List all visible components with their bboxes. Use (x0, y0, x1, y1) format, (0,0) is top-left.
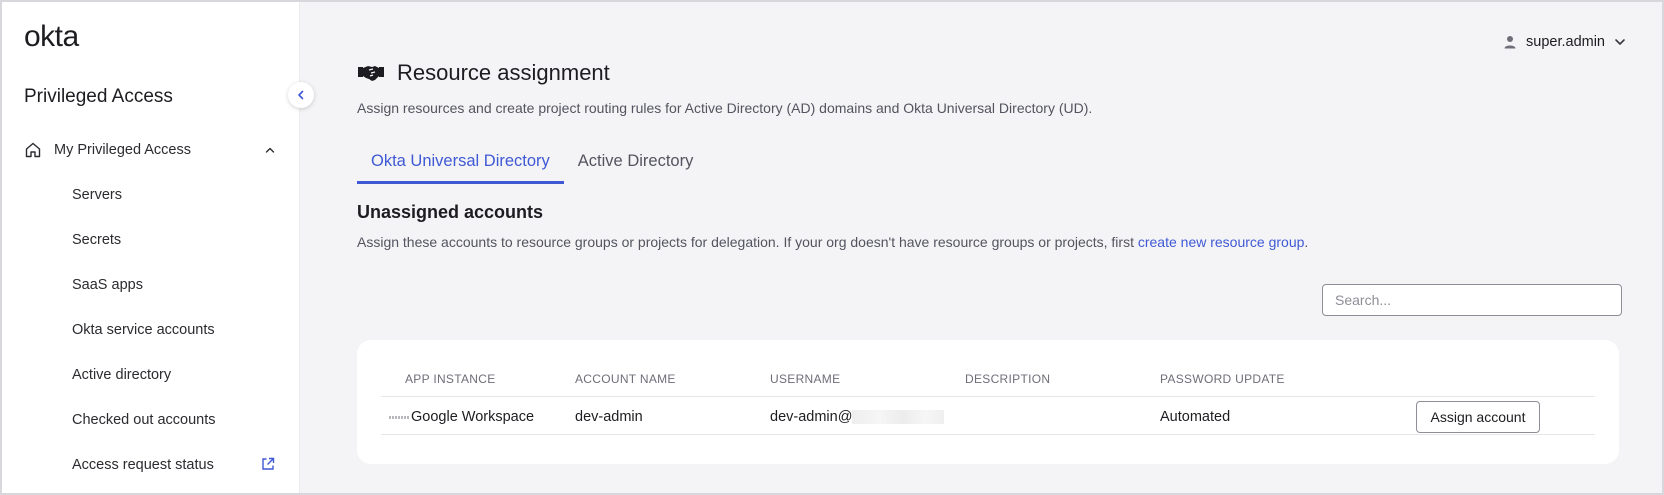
tab-active-directory[interactable]: Active Directory (564, 142, 708, 184)
column-header-username[interactable]: USERNAME (770, 372, 840, 386)
sidebar-item-access-request-status[interactable]: Access request status (72, 457, 214, 473)
sidebar-item-secrets[interactable]: Secrets (72, 232, 121, 248)
sidebar-item-checked-out-accounts[interactable]: Checked out accounts (72, 412, 215, 428)
section-description-text: Assign these accounts to resource groups… (357, 234, 1138, 250)
table-divider (381, 434, 1595, 435)
okta-logo[interactable]: okta (24, 20, 79, 54)
user-icon (1504, 36, 1516, 49)
assign-account-button[interactable]: Assign account (1416, 401, 1540, 433)
cell-username-text: dev-admin@ (770, 409, 853, 425)
page-title: Resource assignment (397, 60, 610, 85)
collapse-sidebar-button[interactable] (288, 82, 314, 108)
sidebar-item-active-directory[interactable]: Active directory (72, 367, 171, 383)
create-resource-group-link[interactable]: create new resource group (1138, 234, 1305, 250)
cell-password-update: Automated (1160, 409, 1231, 425)
chevron-up-icon (265, 147, 275, 153)
nav-group-label: My Privileged Access (54, 142, 191, 158)
cell-account-name: dev-admin (575, 409, 643, 425)
cell-app-instance: Google Workspace (411, 409, 535, 425)
chevron-left-icon (298, 90, 304, 100)
google-workspace-logo-icon (389, 416, 409, 419)
search-input[interactable] (1322, 284, 1622, 316)
section-description: Assign these accounts to resource groups… (357, 234, 1308, 250)
section-title: Unassigned accounts (357, 202, 544, 222)
main-content: super.admin Resource assignment Assign r… (300, 2, 1662, 493)
redacted-domain (852, 410, 945, 425)
user-name: super.admin (1526, 34, 1605, 50)
chevron-down-icon (1615, 39, 1625, 45)
page-header: Resource assignment (357, 60, 610, 86)
column-header-password-update[interactable]: PASSWORD UPDATE (1160, 372, 1285, 386)
sidebar-item-servers[interactable]: Servers (72, 187, 122, 203)
column-header-account-name[interactable]: ACCOUNT NAME (575, 372, 676, 386)
sidebar-item-okta-service-accounts[interactable]: Okta service accounts (72, 322, 215, 338)
column-header-description[interactable]: DESCRIPTION (965, 372, 1050, 386)
external-link-icon[interactable] (260, 456, 276, 472)
page-subtitle: Assign resources and create project rout… (357, 100, 1093, 116)
product-title: Privileged Access (24, 86, 173, 107)
nav-group-my-privileged-access[interactable]: My Privileged Access (24, 137, 276, 163)
sidebar-item-saas-apps[interactable]: SaaS apps (72, 277, 143, 293)
handshake-icon (358, 66, 384, 81)
section-description-suffix: . (1304, 234, 1309, 250)
cell-username: dev-admin@ (770, 409, 945, 425)
user-menu[interactable]: super.admin (1503, 34, 1626, 50)
tab-okta-universal-directory[interactable]: Okta Universal Directory (357, 142, 564, 184)
home-icon (25, 142, 41, 158)
tab-bar: Okta Universal Directory Active Director… (357, 142, 707, 184)
sidebar: okta Privileged Access My Privileged Acc… (2, 2, 314, 493)
table-divider (381, 396, 1595, 397)
app-window: okta Privileged Access My Privileged Acc… (0, 0, 1664, 495)
column-header-app-instance[interactable]: APP INSTANCE (405, 372, 496, 386)
accounts-table-card: APP INSTANCE ACCOUNT NAME USERNAME DESCR… (357, 340, 1619, 464)
